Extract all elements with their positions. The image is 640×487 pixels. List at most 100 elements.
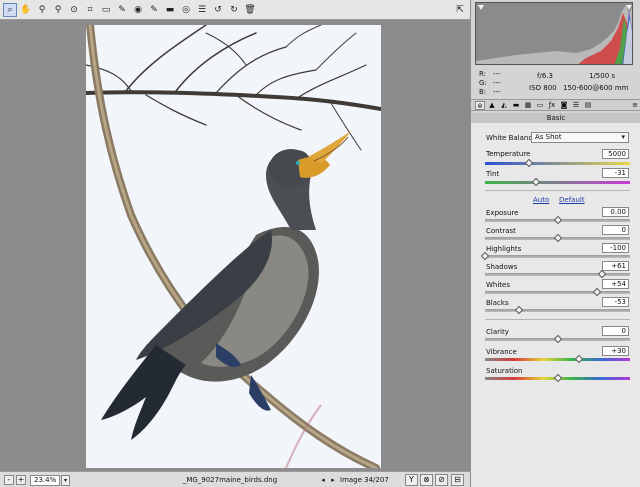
saturation-label: Saturation (486, 367, 523, 375)
contrast-slider[interactable] (485, 233, 630, 243)
lens-value: 150-600@600 mm (563, 84, 629, 92)
file-name: _MG_9027maine_birds.dng (182, 476, 278, 484)
contrast-field[interactable]: 0 (602, 225, 629, 235)
previous-image-button[interactable]: ◂ (318, 475, 328, 485)
vibrance-slider[interactable] (485, 354, 630, 364)
rotate-right-icon[interactable]: ↻ (227, 3, 241, 17)
photo-preview (86, 25, 381, 468)
basic-panel: White Balance: As Shot ▾ Temperature 500… (471, 123, 640, 487)
settings-icon[interactable]: ⊟ (451, 474, 464, 486)
temperature-label: Temperature (486, 150, 531, 158)
tab-presets-icon[interactable]: ☰ (571, 101, 581, 110)
red-label: R: (479, 70, 487, 78)
tab-basic-icon[interactable]: ⊛ (475, 100, 485, 110)
next-image-button[interactable]: ▸ (328, 475, 338, 485)
temperature-slider[interactable] (485, 158, 630, 168)
saturation-slider-thumb[interactable] (553, 373, 562, 383)
auto-link[interactable]: Auto (533, 196, 549, 204)
trash-icon[interactable]: 🗑 (243, 3, 257, 17)
white-balance-select[interactable]: As Shot ▾ (531, 132, 629, 143)
saturation-slider[interactable] (485, 373, 630, 383)
clarity-slider[interactable] (485, 334, 630, 344)
vibrance-field[interactable]: +30 (602, 346, 629, 356)
tint-label: Tint (486, 170, 500, 178)
exposure-label: Exposure (486, 209, 519, 217)
chevron-down-icon: ▾ (621, 133, 625, 141)
highlights-field[interactable]: -100 (602, 243, 629, 253)
default-link[interactable]: Default (559, 196, 585, 204)
spot-removal-icon[interactable]: ✎ (115, 3, 129, 17)
exposure-slider-thumb[interactable] (553, 215, 562, 225)
preferences-icon[interactable]: ☰ (195, 3, 209, 17)
zoom-in-button[interactable]: + (16, 475, 26, 485)
whites-slider-thumb[interactable] (592, 287, 601, 297)
aperture-value: f/6.3 (537, 72, 553, 80)
whites-field[interactable]: +54 (602, 279, 629, 289)
exposure-field[interactable]: 0.00 (602, 207, 629, 217)
fullscreen-icon[interactable]: ⇱ (453, 3, 467, 17)
tab-detail-icon[interactable]: ◭ (499, 101, 509, 110)
shadows-label: Shadows (486, 263, 518, 271)
exposure-slider[interactable] (485, 215, 630, 225)
hand-icon[interactable]: ✋ (19, 3, 33, 17)
compare-icon[interactable]: ⊗ (420, 474, 433, 486)
tab-effects-icon[interactable]: ƒx (547, 101, 557, 110)
tint-slider-thumb[interactable] (531, 177, 540, 187)
highlights-slider[interactable] (480, 251, 630, 261)
whites-slider[interactable] (485, 287, 630, 297)
zoom-icon[interactable]: ⌕ (3, 2, 17, 17)
tab-snapshots-icon[interactable]: ▤ (583, 101, 593, 110)
highlights-label: Highlights (486, 245, 522, 253)
crop-icon[interactable]: ⌗ (83, 3, 97, 17)
cormorant-photo (86, 25, 381, 468)
blacks-field[interactable]: -53 (602, 297, 629, 307)
color-sampler-icon[interactable]: ⚲ (51, 3, 65, 17)
adjustment-brush-icon[interactable]: ✎ (147, 3, 161, 17)
contrast-label: Contrast (486, 227, 516, 235)
white-balance-icon[interactable]: ⚲ (35, 3, 49, 17)
clarity-field[interactable]: 0 (602, 326, 629, 336)
chevron-down-icon[interactable]: ▾ (61, 475, 70, 486)
graduated-filter-icon[interactable]: ▬ (163, 3, 177, 17)
temperature-field[interactable]: 5000 (602, 149, 629, 159)
tint-field[interactable]: -31 (602, 168, 629, 178)
blacks-slider[interactable] (485, 305, 630, 315)
vibrance-slider-thumb[interactable] (575, 354, 584, 364)
clarity-label: Clarity (486, 328, 509, 336)
radial-filter-icon[interactable]: ◎ (179, 3, 193, 17)
divider (485, 190, 630, 191)
blacks-label: Blacks (486, 299, 509, 307)
green-label: G: (479, 79, 487, 87)
shadows-field[interactable]: +61 (602, 261, 629, 271)
shadows-slider-thumb[interactable] (597, 269, 606, 279)
tab-split-toning-icon[interactable]: ▦ (523, 101, 533, 110)
red-eye-icon[interactable]: ◉ (131, 3, 145, 17)
shadows-slider[interactable] (485, 269, 630, 279)
tab-camera-calibration-icon[interactable]: ◙ (559, 101, 569, 110)
temperature-slider-thumb[interactable] (524, 158, 533, 168)
clarity-slider-thumb[interactable] (553, 334, 562, 344)
green-value: --- (493, 79, 501, 87)
tab-tone-curve-icon[interactable]: ▲ (487, 101, 497, 110)
zoom-level-field[interactable]: 23.4% (30, 475, 60, 486)
straighten-icon[interactable]: ▭ (99, 3, 113, 17)
tab-lens-icon[interactable]: ▭ (535, 101, 545, 110)
tint-slider[interactable] (485, 177, 630, 187)
iso-value: ISO 800 (529, 84, 557, 92)
toggle-icon[interactable]: ⊘ (435, 474, 448, 486)
blacks-slider-thumb[interactable] (514, 305, 524, 315)
image-counter: Image 34/207 (340, 476, 389, 484)
panel-menu-icon[interactable]: ≡ (632, 101, 638, 109)
highlights-slider-thumb[interactable] (480, 251, 490, 261)
section-title: Basic (471, 113, 640, 123)
zoom-out-button[interactable]: - (4, 475, 14, 485)
contrast-slider-thumb[interactable] (553, 233, 562, 243)
blue-label: B: (479, 88, 487, 96)
histogram-graph (476, 3, 632, 64)
preview-area (0, 20, 470, 471)
targeted-adjustment-icon[interactable]: ⊙ (67, 3, 81, 17)
rotate-left-icon[interactable]: ↺ (211, 3, 225, 17)
rating-y-button[interactable]: Y (405, 474, 418, 486)
tab-hsl-icon[interactable]: ▬ (511, 101, 521, 110)
camera-raw-window: ⌕ ✋ ⚲ ⚲ ⊙ ⌗ ▭ ✎ ◉ ✎ ▬ ◎ ☰ ↺ ↻ 🗑 ⇱ - + 23… (0, 0, 640, 487)
